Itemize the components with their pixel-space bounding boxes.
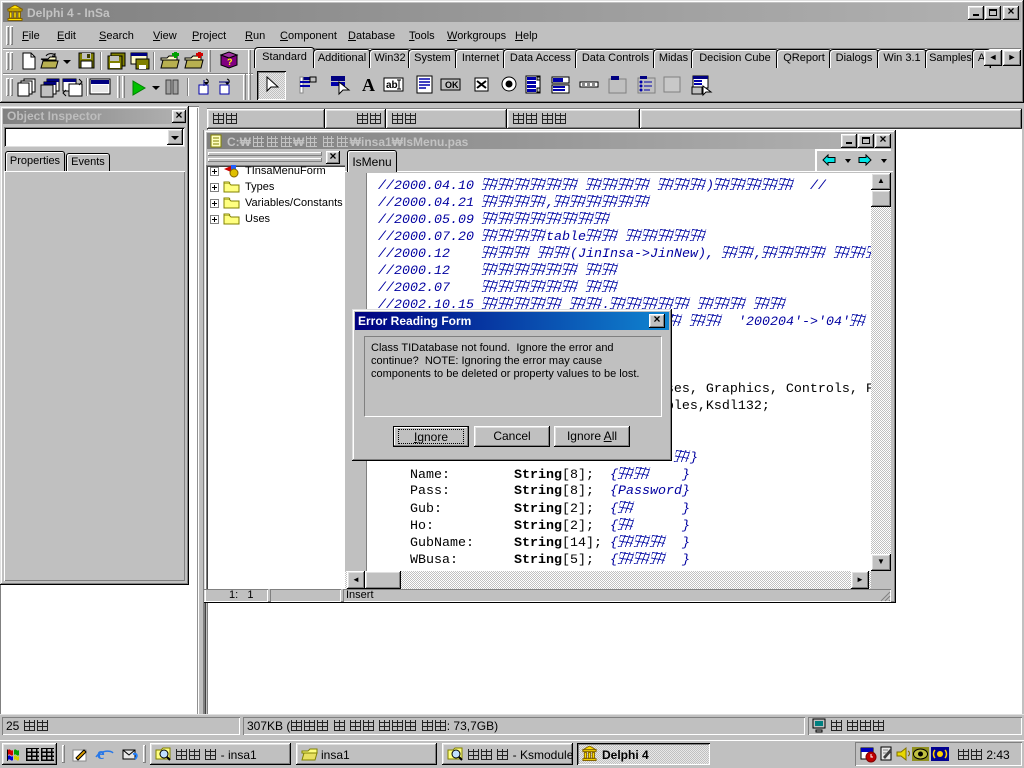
svg-text:A: A: [362, 75, 375, 95]
svg-text:?: ?: [227, 57, 233, 67]
svg-text:OK: OK: [445, 80, 459, 90]
svg-text:ab: ab: [386, 80, 398, 91]
